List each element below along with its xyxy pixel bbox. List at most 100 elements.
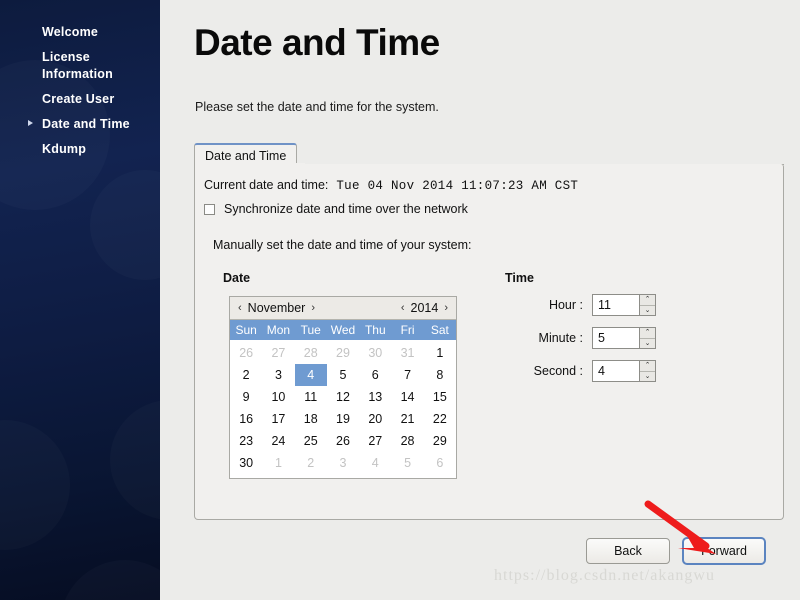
- tab-label: Date and Time: [205, 149, 287, 163]
- calendar-day[interactable]: 3: [327, 452, 359, 474]
- calendar-day[interactable]: 27: [262, 342, 294, 364]
- calendar-weekday: Wed: [330, 323, 356, 337]
- forward-button[interactable]: Forward: [682, 537, 766, 565]
- minute-increment-icon[interactable]: ⌃: [640, 328, 655, 339]
- hour-stepper[interactable]: 11 ⌃ ⌄: [592, 294, 656, 316]
- calendar-day[interactable]: 5: [327, 364, 359, 386]
- second-stepper-buttons: ⌃ ⌄: [639, 361, 655, 381]
- calendar-day[interactable]: 9: [230, 386, 262, 408]
- calendar-day-grid[interactable]: 26 27 28 29 30 31 1 2 3 4 5 6 7 8 9 10 11 12 13 14 15 16 17 18 1…: [230, 340, 456, 478]
- date-section-label: Date: [223, 271, 251, 285]
- second-value[interactable]: 4: [593, 361, 639, 381]
- hour-row: Hour : 11 ⌃ ⌄: [505, 294, 656, 316]
- prev-month-icon[interactable]: ‹: [238, 302, 242, 314]
- watermark-text: https://blog.csdn.net/akangwu: [494, 567, 715, 584]
- second-stepper[interactable]: 4 ⌃ ⌄: [592, 360, 656, 382]
- tab-date-and-time[interactable]: Date and Time: [194, 143, 298, 164]
- calendar-day[interactable]: 28: [295, 342, 327, 364]
- calendar-day[interactable]: 3: [262, 364, 294, 386]
- calendar-day-selected[interactable]: 4: [294, 364, 327, 386]
- sidebar-item-create-user[interactable]: Create User: [0, 87, 160, 112]
- minute-stepper-buttons: ⌃ ⌄: [639, 328, 655, 348]
- calendar-day[interactable]: 6: [424, 452, 456, 474]
- calendar-day[interactable]: 7: [391, 364, 423, 386]
- installer-window: Welcome License Information Create User …: [0, 0, 800, 600]
- calendar-day[interactable]: 22: [424, 408, 456, 430]
- decorative-bubble: [60, 560, 160, 600]
- sidebar: Welcome License Information Create User …: [0, 0, 160, 600]
- minute-decrement-icon[interactable]: ⌄: [640, 339, 655, 349]
- sidebar-item-welcome[interactable]: Welcome: [0, 20, 160, 45]
- calendar-day[interactable]: 16: [230, 408, 262, 430]
- calendar-day[interactable]: 30: [230, 452, 262, 474]
- page-subtitle: Please set the date and time for the sys…: [195, 100, 439, 114]
- sidebar-item-kdump[interactable]: Kdump: [0, 137, 160, 162]
- hour-label: Hour :: [548, 298, 583, 312]
- sync-network-checkbox[interactable]: [204, 203, 215, 215]
- calendar-day[interactable]: 10: [262, 386, 294, 408]
- calendar-weekday: Thu: [364, 323, 386, 337]
- calendar-day[interactable]: 25: [295, 430, 327, 452]
- calendar-day[interactable]: 21: [391, 408, 423, 430]
- sync-network-row[interactable]: Synchronize date and time over the netwo…: [204, 202, 468, 216]
- calendar-day[interactable]: 1: [262, 452, 294, 474]
- second-increment-icon[interactable]: ⌃: [640, 361, 655, 372]
- calendar-year-label: 2014: [410, 301, 439, 315]
- current-date-time-label: Current date and time:: [204, 178, 329, 192]
- calendar-day[interactable]: 19: [327, 408, 359, 430]
- calendar-day[interactable]: 29: [327, 342, 359, 364]
- calendar-day[interactable]: 23: [230, 430, 262, 452]
- calendar-day[interactable]: 2: [295, 452, 327, 474]
- calendar-day[interactable]: 1: [424, 342, 456, 364]
- sidebar-item-date-and-time[interactable]: Date and Time: [0, 112, 160, 137]
- calendar-day[interactable]: 30: [359, 342, 391, 364]
- sidebar-item-label: Date and Time: [42, 117, 130, 131]
- calendar-weekday: Fri: [400, 323, 415, 337]
- calendar-day[interactable]: 11: [295, 386, 327, 408]
- calendar-month-nav: ‹ November ›: [238, 301, 315, 315]
- hour-increment-icon[interactable]: ⌃: [640, 295, 655, 306]
- calendar-day[interactable]: 4: [359, 452, 391, 474]
- calendar-day[interactable]: 13: [359, 386, 391, 408]
- minute-label: Minute :: [538, 331, 583, 345]
- back-button[interactable]: Back: [586, 538, 670, 564]
- decorative-bubble: [90, 170, 160, 280]
- back-button-label: Back: [614, 544, 642, 558]
- next-month-icon[interactable]: ›: [311, 302, 315, 314]
- calendar-day[interactable]: 8: [424, 364, 456, 386]
- calendar-day[interactable]: 20: [359, 408, 391, 430]
- calendar-day[interactable]: 28: [391, 430, 423, 452]
- calendar-day[interactable]: 17: [262, 408, 294, 430]
- calendar-day[interactable]: 29: [424, 430, 456, 452]
- next-year-icon[interactable]: ›: [444, 302, 448, 314]
- minute-stepper[interactable]: 5 ⌃ ⌄: [592, 327, 656, 349]
- hour-decrement-icon[interactable]: ⌄: [640, 306, 655, 316]
- minute-value[interactable]: 5: [593, 328, 639, 348]
- date-time-panel: Current date and time: Tue 04 Nov 2014 11…: [194, 163, 784, 520]
- calendar-day[interactable]: 26: [327, 430, 359, 452]
- second-decrement-icon[interactable]: ⌄: [640, 372, 655, 382]
- hour-value[interactable]: 11: [593, 295, 639, 315]
- hour-stepper-buttons: ⌃ ⌄: [639, 295, 655, 315]
- calendar-day[interactable]: 27: [359, 430, 391, 452]
- calendar-day[interactable]: 15: [424, 386, 456, 408]
- minute-row: Minute : 5 ⌃ ⌄: [505, 327, 656, 349]
- calendar-day[interactable]: 12: [327, 386, 359, 408]
- calendar-day[interactable]: 31: [391, 342, 423, 364]
- prev-year-icon[interactable]: ‹: [401, 302, 405, 314]
- calendar-day[interactable]: 2: [230, 364, 262, 386]
- calendar-day[interactable]: 26: [230, 342, 262, 364]
- calendar-day[interactable]: 5: [391, 452, 423, 474]
- second-label: Second :: [533, 364, 583, 378]
- calendar-day[interactable]: 18: [295, 408, 327, 430]
- sidebar-item-license-information[interactable]: License Information: [0, 45, 160, 87]
- tab-panel-seam: [195, 163, 305, 164]
- sidebar-nav: Welcome License Information Create User …: [0, 20, 160, 162]
- calendar-day[interactable]: 24: [262, 430, 294, 452]
- calendar-day[interactable]: 6: [359, 364, 391, 386]
- calendar-widget[interactable]: ‹ November › ‹ 2014 › Sun Mon Tue Wed Thu Fri…: [229, 296, 457, 479]
- calendar-year-nav: ‹ 2014 ›: [401, 301, 448, 315]
- sidebar-item-label: License Information: [42, 50, 113, 81]
- current-date-time-row: Current date and time: Tue 04 Nov 2014 11…: [204, 178, 578, 193]
- calendar-day[interactable]: 14: [391, 386, 423, 408]
